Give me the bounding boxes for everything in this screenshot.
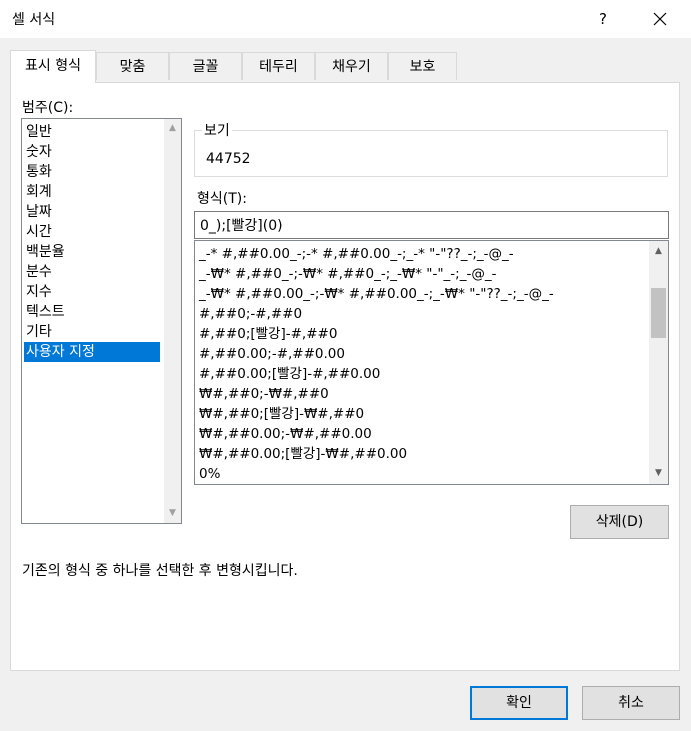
- category-item[interactable]: 일반: [24, 122, 160, 142]
- scroll-down-icon[interactable]: ▼: [164, 505, 181, 522]
- category-item[interactable]: 날짜: [24, 202, 160, 222]
- close-button[interactable]: [644, 4, 676, 34]
- category-item[interactable]: 텍스트: [24, 302, 160, 322]
- category-label: 범주(C):: [22, 100, 74, 116]
- sample-legend: 보기: [202, 120, 232, 140]
- format-item[interactable]: ₩#,##0.00;[빨강]-₩#,##0.00: [199, 444, 407, 464]
- tab-protection[interactable]: 보호: [388, 52, 457, 80]
- category-item[interactable]: 분수: [24, 262, 160, 282]
- scroll-up-icon[interactable]: ▲: [164, 120, 181, 137]
- ok-button[interactable]: 확인: [470, 686, 568, 720]
- format-item[interactable]: _-₩* #,##0_-;-₩* #,##0_-;_-₩* "-"_-;_-@_…: [199, 264, 496, 284]
- format-item[interactable]: ₩#,##0;-₩#,##0: [199, 384, 329, 404]
- category-item[interactable]: 숫자: [24, 142, 160, 162]
- format-label: 형식(T):: [197, 191, 247, 207]
- tab-border[interactable]: 테두리: [242, 52, 315, 80]
- format-item[interactable]: #,##0;-#,##0: [199, 304, 302, 324]
- close-icon: [653, 12, 667, 26]
- category-item-selected[interactable]: 사용자 지정: [24, 342, 160, 362]
- scroll-down-icon[interactable]: ▼: [650, 465, 667, 482]
- category-item[interactable]: 통화: [24, 162, 160, 182]
- format-item[interactable]: #,##0;[빨강]-#,##0: [199, 324, 337, 344]
- title-bar: 셀 서식 ?: [0, 0, 691, 38]
- format-scrollbar[interactable]: ▲ ▼: [649, 241, 668, 484]
- category-item[interactable]: 지수: [24, 282, 160, 302]
- tab-number[interactable]: 표시 형식: [10, 50, 96, 83]
- sample-value: 44752: [206, 151, 251, 167]
- format-item[interactable]: #,##0.00;[빨강]-#,##0.00: [199, 364, 380, 384]
- format-list[interactable]: _-* #,##0.00_-;-* #,##0.00_-;_-* "-"??_-…: [194, 240, 669, 485]
- sample-group: [194, 130, 668, 177]
- cancel-button[interactable]: 취소: [582, 686, 680, 720]
- scroll-up-icon[interactable]: ▲: [650, 243, 667, 260]
- category-item[interactable]: 시간: [24, 222, 160, 242]
- description-text: 기존의 형식 중 하나를 선택한 후 변형시킵니다.: [22, 563, 298, 579]
- format-item[interactable]: _-₩* #,##0.00_-;-₩* #,##0.00_-;_-₩* "-"?…: [199, 284, 554, 304]
- format-item[interactable]: _-* #,##0.00_-;-* #,##0.00_-;_-* "-"??_-…: [199, 244, 514, 264]
- format-item[interactable]: 0%: [199, 464, 220, 484]
- tab-fill[interactable]: 채우기: [315, 52, 388, 80]
- scroll-thumb[interactable]: [651, 288, 666, 338]
- category-list[interactable]: 일반 숫자 통화 회계 날짜 시간 백분율 분수 지수 텍스트 기타 사용자 지…: [21, 118, 182, 524]
- window-title: 셀 서식: [12, 12, 56, 28]
- delete-button[interactable]: 삭제(D): [570, 505, 669, 539]
- help-button[interactable]: ?: [590, 6, 616, 32]
- category-item[interactable]: 기타: [24, 322, 160, 342]
- format-item[interactable]: #,##0.00;-#,##0.00: [199, 344, 345, 364]
- format-item[interactable]: ₩#,##0;[빨강]-₩#,##0: [199, 404, 364, 424]
- format-item[interactable]: ₩#,##0.00;-₩#,##0.00: [199, 424, 372, 444]
- category-scrollbar[interactable]: ▲ ▼: [164, 119, 181, 523]
- category-item[interactable]: 백분율: [24, 242, 160, 262]
- tab-font[interactable]: 글꼴: [169, 52, 242, 80]
- tab-alignment[interactable]: 맞춤: [96, 52, 169, 80]
- category-item[interactable]: 회계: [24, 182, 160, 202]
- format-input[interactable]: [194, 211, 669, 239]
